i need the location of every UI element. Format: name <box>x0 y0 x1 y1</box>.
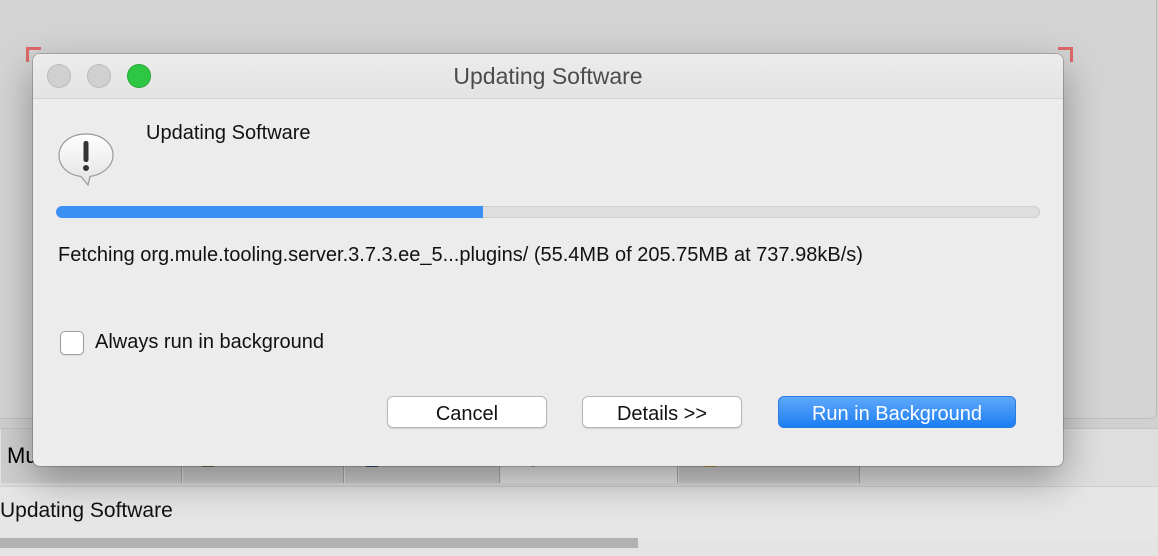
progress-bar <box>56 206 1040 218</box>
cancel-button[interactable]: Cancel <box>387 396 547 428</box>
dialog-titlebar[interactable]: Updating Software <box>33 54 1063 99</box>
progress-bar-fill <box>56 206 483 218</box>
dialog-heading: Updating Software <box>146 122 311 144</box>
status-bar: Updating Software <box>0 486 1158 539</box>
alert-exclamation-icon <box>58 133 114 187</box>
status-scrollbar[interactable] <box>0 538 1158 556</box>
run-in-background-button[interactable]: Run in Background <box>778 396 1016 428</box>
fetch-status-text: Fetching org.mule.tooling.server.3.7.3.e… <box>58 244 863 266</box>
updating-software-dialog: Updating Software Updating Software Fetc… <box>33 54 1063 466</box>
details-button[interactable]: Details >> <box>582 396 742 428</box>
status-scrollbar-thumb[interactable] <box>0 538 638 548</box>
window-title: Updating Software <box>453 63 643 89</box>
status-bar-text: Updating Software <box>0 499 173 522</box>
always-background-label[interactable]: Always run in background <box>95 331 324 354</box>
always-background-checkbox[interactable] <box>60 331 84 355</box>
